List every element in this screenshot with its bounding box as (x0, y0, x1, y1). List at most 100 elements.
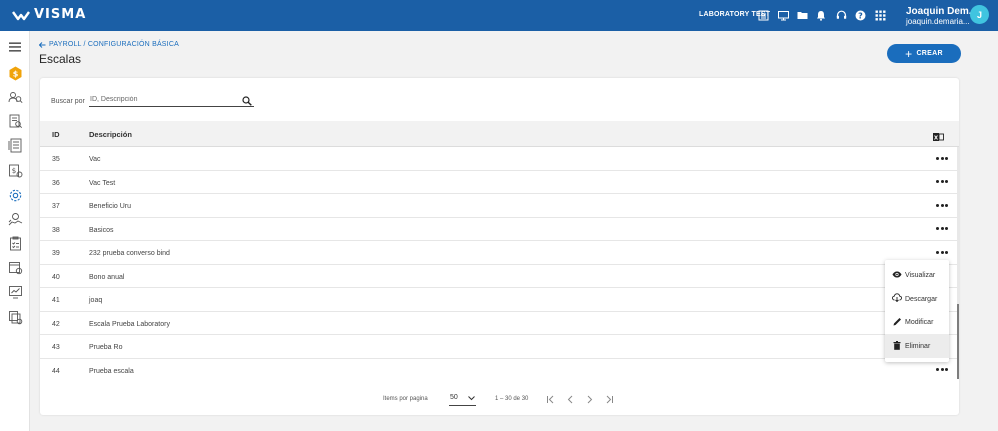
row-description: joaq (89, 297, 103, 304)
plus-icon: + (905, 46, 913, 61)
folder-icon[interactable] (796, 9, 808, 21)
row-description: Basicos (89, 226, 114, 234)
search-icon[interactable] (242, 93, 252, 106)
row-id: 38 (52, 226, 60, 234)
monitor-icon[interactable] (777, 9, 789, 21)
row-actions-menu: Visualizar Descargar Modificar Eliminar (885, 260, 949, 362)
table-row[interactable]: 35 Vac (40, 147, 957, 171)
table-body: 35 Vac 36 Vac Test 37 Beneficio Uru 38 B… (40, 147, 959, 379)
last-page-icon[interactable] (603, 393, 615, 405)
table-row[interactable]: 41 joaq (40, 288, 957, 312)
create-button[interactable]: + CREAR (887, 44, 961, 63)
menu-item-modificar[interactable]: Modificar (885, 310, 949, 334)
brand-name: VISMA (34, 7, 87, 22)
row-id: 37 (52, 203, 60, 210)
pencil-icon (892, 316, 902, 326)
cloud-download-icon (892, 293, 902, 303)
chevron-down-icon (468, 396, 475, 401)
breadcrumb[interactable]: PAYROLL / CONFIGURACIÓN BÁSICA (39, 41, 179, 48)
row-description: Bono anual (89, 273, 125, 281)
settings-gear-icon[interactable] (7, 187, 23, 203)
menu-item-visualizar[interactable]: Visualizar (885, 263, 949, 287)
menu-item-label: Modificar (905, 319, 934, 326)
people-search-icon[interactable] (7, 89, 23, 105)
avatar[interactable]: J (970, 5, 989, 24)
table-row[interactable]: 37 Beneficio Uru (40, 194, 957, 218)
calendar-settings-icon[interactable] (7, 259, 23, 275)
user-email[interactable]: joaquin.demaria... (906, 17, 970, 26)
back-arrow-icon[interactable] (39, 41, 46, 48)
menu-item-descargar[interactable]: Descargar (885, 287, 949, 311)
row-description: 232 prueba converso bind (89, 250, 170, 257)
more-actions-icon[interactable] (936, 179, 948, 185)
row-description: Beneficio Uru (89, 203, 132, 210)
menu-item-eliminar[interactable]: Eliminar (885, 334, 949, 358)
row-id: 36 (52, 179, 60, 187)
first-page-icon[interactable] (544, 393, 556, 405)
hamburger-menu-icon[interactable] (7, 39, 23, 55)
more-actions-icon[interactable] (936, 249, 948, 255)
more-actions-icon[interactable] (936, 202, 948, 208)
row-id: 41 (52, 297, 60, 304)
bell-icon[interactable] (815, 9, 827, 21)
help-icon[interactable]: ? (854, 9, 866, 21)
table-row[interactable]: 43 Prueba Ro (40, 335, 957, 359)
row-id: 40 (52, 273, 60, 281)
row-id: 43 (52, 344, 60, 351)
menu-item-label: Eliminar (905, 343, 931, 350)
scales-card: Buscar por ID Descripción X 35 Vac 36 Va… (40, 78, 959, 415)
visma-logo[interactable]: VISMA (12, 7, 86, 22)
trash-icon (892, 340, 902, 350)
items-per-page-label: Items por pagina (383, 396, 428, 402)
apps-grid-icon[interactable] (874, 9, 886, 21)
next-page-icon[interactable] (583, 393, 595, 405)
svg-text:$: $ (12, 69, 18, 78)
svg-text:$: $ (11, 167, 15, 175)
document-search-icon[interactable] (7, 113, 23, 129)
excel-export-icon[interactable]: X (933, 129, 944, 141)
more-actions-icon[interactable] (936, 155, 948, 161)
create-button-label: CREAR (916, 50, 943, 57)
headset-icon[interactable] (835, 9, 847, 21)
table-row[interactable]: 40 Bono anual (40, 265, 957, 288)
table-row[interactable]: 39 232 prueba converso bind (40, 241, 957, 265)
checklist-icon[interactable] (7, 235, 23, 251)
menu-item-label: Visualizar (905, 272, 936, 279)
row-id: 35 (52, 156, 60, 163)
table-scrollbar-thumb[interactable] (957, 304, 959, 379)
row-description: Prueba escala (89, 367, 134, 375)
page-size-select[interactable]: 50 (449, 394, 476, 406)
row-id: 42 (52, 320, 60, 328)
column-header-description[interactable]: Descripción (89, 130, 132, 139)
table-row[interactable]: 38 Basicos (40, 218, 957, 241)
report-icon[interactable] (7, 137, 23, 153)
payroll-hands-icon[interactable] (7, 211, 23, 227)
row-id: 44 (52, 367, 60, 375)
more-actions-icon[interactable] (936, 226, 948, 232)
monitor-chart-icon[interactable] (7, 284, 23, 300)
money-settings-icon[interactable]: $ (7, 162, 23, 178)
visma-logo-icon (12, 10, 30, 20)
search-input[interactable] (89, 93, 254, 107)
row-description: Vac Test (89, 179, 116, 187)
menu-item-label: Descargar (905, 295, 938, 303)
table-row[interactable]: 36 Vac Test (40, 171, 957, 194)
row-description: Escala Prueba Laboratory (89, 320, 170, 328)
table-row[interactable]: 42 Escala Prueba Laboratory (40, 312, 957, 335)
column-header-id[interactable]: ID (52, 130, 60, 139)
page-size-value: 50 (450, 394, 458, 401)
stacked-documents-icon[interactable] (7, 309, 23, 325)
top-bar: VISMA LABORATORY TEST ? Joaquin Dem... j… (0, 0, 998, 31)
coin-icon[interactable]: $ (7, 65, 23, 81)
table-row[interactable]: 44 Prueba escala (40, 359, 957, 380)
user-name[interactable]: Joaquin Dem... (906, 6, 977, 17)
page-range: 1 – 30 de 30 (495, 396, 529, 402)
breadcrumb-path[interactable]: PAYROLL / CONFIGURACIÓN BÁSICA (49, 41, 179, 48)
previous-page-icon[interactable] (564, 393, 576, 405)
sidebar: $ $ (0, 31, 30, 431)
more-actions-icon[interactable] (936, 367, 948, 373)
page-title: Escalas (39, 52, 82, 66)
row-description: Prueba Ro (89, 344, 123, 351)
company-list-icon[interactable] (757, 9, 769, 21)
eye-icon (892, 269, 902, 279)
